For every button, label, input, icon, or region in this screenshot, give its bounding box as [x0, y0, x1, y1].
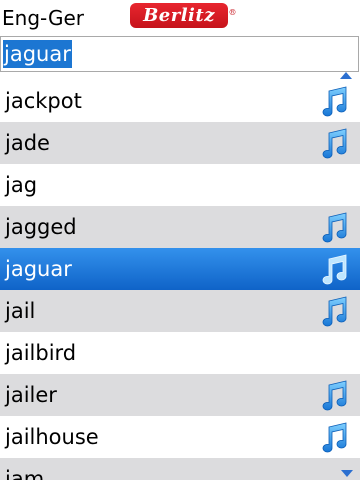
list-item-word: jaguar	[5, 257, 72, 281]
music-note-icon[interactable]	[318, 127, 350, 159]
music-note-icon[interactable]	[318, 85, 350, 117]
search-field[interactable]: jaguar	[0, 36, 359, 72]
scroll-up-icon[interactable]	[340, 72, 352, 79]
list-item[interactable]: jag	[0, 164, 360, 206]
list-item-word: jag	[5, 173, 38, 197]
music-note-icon[interactable]	[318, 253, 350, 285]
list-item[interactable]: jailhouse	[0, 416, 360, 458]
list-item-word: jail	[5, 299, 36, 323]
word-list[interactable]: jackpot jade jag jagged jaguar jail jailbird ja…	[0, 80, 360, 480]
list-item-word: jade	[5, 131, 50, 155]
music-note-icon[interactable]	[318, 421, 350, 453]
list-item-selected[interactable]: jaguar	[0, 248, 360, 290]
scroll-down-icon[interactable]	[341, 470, 353, 477]
list-item-word: jagged	[5, 215, 77, 239]
list-item-word: jailer	[5, 383, 57, 407]
list-item-word: jailhouse	[5, 425, 99, 449]
list-item[interactable]: jagged	[0, 206, 360, 248]
language-pair-label: Eng-Ger	[2, 6, 84, 30]
list-item[interactable]: jam	[0, 458, 360, 480]
app-header: Eng-Ger Berlitz ®	[0, 0, 360, 36]
list-item[interactable]: jackpot	[0, 80, 360, 122]
list-item[interactable]: jailbird	[0, 332, 360, 374]
registered-mark: ®	[228, 8, 237, 17]
list-item-word: jackpot	[5, 89, 82, 113]
berlitz-logo: Berlitz ®	[130, 3, 237, 28]
list-item[interactable]: jade	[0, 122, 360, 164]
list-item-word: jam	[5, 467, 45, 480]
list-item[interactable]: jailer	[0, 374, 360, 416]
music-note-icon[interactable]	[318, 379, 350, 411]
search-input-value[interactable]: jaguar	[3, 40, 72, 68]
logo-text: Berlitz	[143, 5, 215, 26]
list-item[interactable]: jail	[0, 290, 360, 332]
music-note-icon[interactable]	[318, 211, 350, 243]
list-item-word: jailbird	[5, 341, 77, 365]
music-note-icon[interactable]	[318, 295, 350, 327]
